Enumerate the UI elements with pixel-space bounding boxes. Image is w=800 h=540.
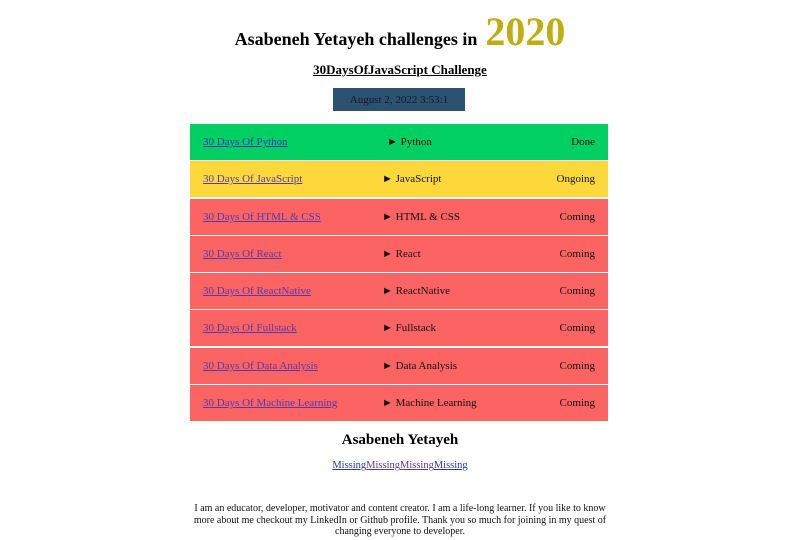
date-time-display: August 2, 2022 3:53:1 — [333, 88, 465, 111]
challenge-topic-label: Fullstack — [395, 322, 436, 335]
social-link-1[interactable]: Missing — [332, 460, 366, 471]
social-link-2[interactable]: Missing — [366, 460, 400, 471]
challenge-topic[interactable]: ► JavaScript — [382, 173, 441, 185]
disclosure-triangle-icon: ► — [382, 247, 393, 260]
challenge-row: 30 Days Of Data Analysis ► Data Analysis C… — [190, 347, 608, 384]
disclosure-triangle-icon: ► — [382, 397, 393, 410]
challenge-topic-label: JavaScript — [395, 173, 442, 186]
challenge-link[interactable]: 30 Days Of Fullstack — [203, 322, 297, 334]
author-name: Asabeneh Yetayeh — [341, 432, 459, 448]
challenge-topic-label: Python — [400, 136, 432, 148]
challenge-status: Coming — [559, 322, 595, 335]
challenge-status: Done — [571, 136, 595, 148]
challenge-topic[interactable]: ► Machine Learning — [382, 397, 477, 409]
challenge-topic-label: ReactNative — [395, 285, 451, 298]
challenge-link[interactable]: 30 Days Of Data Analysis — [203, 360, 318, 372]
disclosure-triangle-icon: ► — [382, 210, 393, 223]
challenge-topic[interactable]: ► ReactNative — [382, 285, 450, 297]
author-bio: I am an educator, developer, motivator a… — [193, 503, 607, 537]
disclosure-triangle-icon: ► — [382, 173, 393, 186]
challenge-link[interactable]: 30 Days Of HTML & CSS — [203, 211, 321, 223]
social-links: MissingMissingMissingMissing — [0, 460, 800, 471]
disclosure-triangle-icon: ► — [382, 359, 393, 372]
challenge-row: 30 Days Of JavaScript ► JavaScript Ongoing — [190, 161, 608, 198]
challenge-topic[interactable]: ► Python — [387, 136, 432, 148]
challenge-topic[interactable]: ► HTML & CSS — [382, 211, 460, 223]
challenge-link[interactable]: 30 Days Of React — [203, 248, 282, 260]
challenge-topic[interactable]: ► React — [382, 248, 421, 260]
challenge-subtitle: 30DaysOfJavaScript Challenge — [313, 62, 487, 77]
challenge-topic-label: HTML & CSS — [395, 210, 461, 223]
heading-year: 2020 — [485, 9, 566, 54]
disclosure-triangle-icon: ► — [387, 136, 398, 148]
challenge-status: Coming — [559, 397, 595, 410]
page: Asabeneh Yetayeh challenges in 2020 30Da… — [0, 0, 800, 540]
challenge-row: 30 Days Of Fullstack ► Fullstack Coming — [190, 310, 608, 347]
heading-title: Asabeneh Yetayeh challenges in — [234, 29, 478, 49]
challenge-status: Coming — [559, 359, 595, 372]
challenge-status: Coming — [559, 210, 595, 223]
challenge-topic-label: Data Analysis — [395, 359, 458, 372]
disclosure-triangle-icon: ► — [382, 285, 393, 298]
challenge-topic[interactable]: ► Data Analysis — [382, 360, 457, 372]
challenge-topic-label: Machine Learning — [395, 397, 477, 410]
challenge-row: 30 Days Of React ► React Coming — [190, 235, 608, 272]
challenge-link[interactable]: 30 Days Of Machine Learning — [203, 397, 337, 409]
challenge-status: Coming — [559, 285, 595, 298]
challenge-topic-label: React — [395, 247, 421, 260]
challenge-link[interactable]: 30 Days Of Python — [203, 136, 288, 148]
page-heading: Asabeneh Yetayeh challenges in 2020 — [0, 8, 800, 55]
challenge-topic[interactable]: ► Fullstack — [382, 322, 436, 334]
challenge-status: Ongoing — [556, 173, 596, 186]
disclosure-triangle-icon: ► — [382, 322, 393, 335]
challenge-row: 30 Days Of Python ► Python Done — [190, 124, 608, 160]
challenge-link[interactable]: 30 Days Of ReactNative — [203, 285, 311, 297]
challenge-row: 30 Days Of ReactNative ► ReactNative Comin… — [190, 273, 608, 310]
challenge-status: Coming — [559, 247, 595, 260]
social-link-3[interactable]: Missing — [400, 460, 434, 471]
challenge-row: 30 Days Of HTML & CSS ► HTML & CSS Coming — [190, 198, 608, 235]
challenges-table: 30 Days Of Python ► Python Done 30 Days Of … — [190, 124, 608, 422]
challenge-link[interactable]: 30 Days Of JavaScript — [203, 173, 302, 185]
challenge-row: 30 Days Of Machine Learning ► Machine Lea… — [190, 385, 608, 422]
social-link-4[interactable]: Missing — [434, 460, 468, 471]
